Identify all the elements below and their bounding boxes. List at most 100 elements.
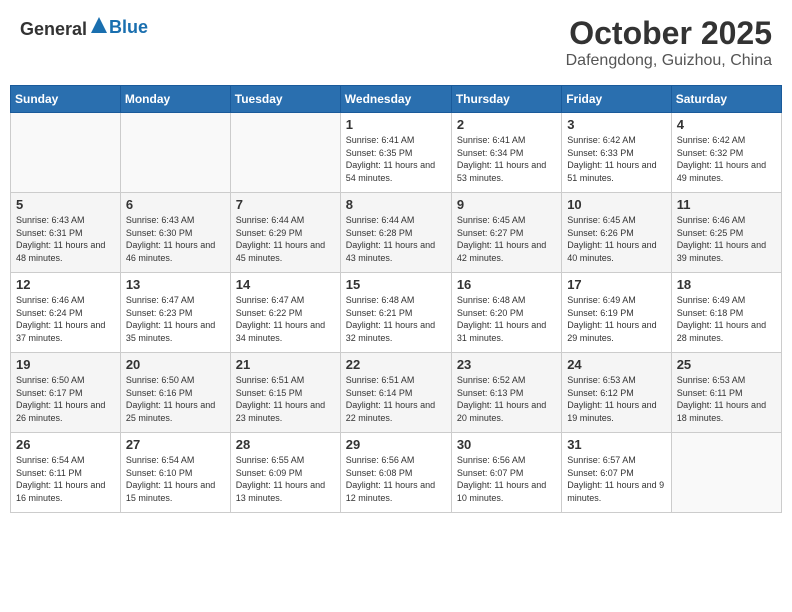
empty-cell — [120, 113, 230, 193]
day-number: 13 — [126, 277, 225, 292]
weekday-header-friday: Friday — [562, 86, 671, 113]
day-info: Sunrise: 6:51 AM Sunset: 6:14 PM Dayligh… — [346, 374, 446, 424]
day-cell-8: 8 Sunrise: 6:44 AM Sunset: 6:28 PM Daylig… — [340, 193, 451, 273]
day-cell-15: 15Sunrise: 6:48 AM Sunset: 6:21 PM Dayli… — [340, 273, 451, 353]
day-cell-2: 2Sunrise: 6:41 AM Sunset: 6:34 PM Daylig… — [451, 113, 561, 193]
day-info: Sunrise: 6:47 AM Sunset: 6:23 PM Dayligh… — [126, 294, 225, 344]
day-info: Sunrise: 6:46 AM Sunset: 6:24 PM Dayligh… — [16, 294, 115, 344]
day-cell-27: 27 Sunrise: 6:54 AM Sunset: 6:10 PM Dayli… — [120, 433, 230, 513]
day-info: Sunrise: 6:52 AM Sunset: 6:13 PM Dayligh… — [457, 374, 556, 424]
day-cell-12: 12Sunrise: 6:46 AM Sunset: 6:24 PM Dayli… — [11, 273, 121, 353]
weekday-header-saturday: Saturday — [671, 86, 781, 113]
logo-icon — [89, 15, 109, 35]
day-number: 24 — [567, 357, 665, 372]
day-number: 25 — [677, 357, 776, 372]
day-info: Sunrise: 6:43 AM Sunset: 6:31 PM Dayligh… — [16, 214, 115, 264]
weekday-header-monday: Monday — [120, 86, 230, 113]
day-cell-5: 5 Sunrise: 6:43 AM Sunset: 6:31 PM Daylig… — [11, 193, 121, 273]
day-cell-20: 20 Sunrise: 6:50 AM Sunset: 6:16 PM Dayli… — [120, 353, 230, 433]
day-info: Sunrise: 6:51 AM Sunset: 6:15 PM Dayligh… — [236, 374, 335, 424]
day-cell-10: 10 Sunrise: 6:45 AM Sunset: 6:26 PM Dayli… — [562, 193, 671, 273]
day-number: 29 — [346, 437, 446, 452]
day-info: Sunrise: 6:56 AM Sunset: 6:08 PM Dayligh… — [346, 454, 446, 504]
day-info: Sunrise: 6:57 AM Sunset: 6:07 PM Dayligh… — [567, 454, 665, 504]
day-cell-7: 7Sunrise: 6:44 AM Sunset: 6:29 PM Daylig… — [230, 193, 340, 273]
day-number: 16 — [457, 277, 556, 292]
day-info: Sunrise: 6:42 AM Sunset: 6:33 PM Dayligh… — [567, 134, 665, 184]
day-cell-1: 1Sunrise: 6:41 AM Sunset: 6:35 PM Daylig… — [340, 113, 451, 193]
day-info: Sunrise: 6:50 AM Sunset: 6:16 PM Dayligh… — [126, 374, 225, 424]
day-info: Sunrise: 6:56 AM Sunset: 6:07 PM Dayligh… — [457, 454, 556, 504]
day-number: 8 — [346, 197, 446, 212]
day-number: 3 — [567, 117, 665, 132]
day-cell-17: 17Sunrise: 6:49 AM Sunset: 6:19 PM Dayli… — [562, 273, 671, 353]
day-number: 10 — [567, 197, 665, 212]
day-number: 22 — [346, 357, 446, 372]
day-cell-31: 31Sunrise: 6:57 AM Sunset: 6:07 PM Dayli… — [562, 433, 671, 513]
day-number: 4 — [677, 117, 776, 132]
calendar-table: SundayMondayTuesdayWednesdayThursdayFrid… — [10, 85, 782, 513]
day-info: Sunrise: 6:55 AM Sunset: 6:09 PM Dayligh… — [236, 454, 335, 504]
week-row-1: 1Sunrise: 6:41 AM Sunset: 6:35 PM Daylig… — [11, 113, 782, 193]
day-cell-14: 14 Sunrise: 6:47 AM Sunset: 6:22 PM Dayli… — [230, 273, 340, 353]
day-number: 1 — [346, 117, 446, 132]
day-info: Sunrise: 6:45 AM Sunset: 6:27 PM Dayligh… — [457, 214, 556, 264]
month-title: October 2025 — [566, 15, 772, 52]
weekday-header-sunday: Sunday — [11, 86, 121, 113]
day-cell-26: 26Sunrise: 6:54 AM Sunset: 6:11 PM Dayli… — [11, 433, 121, 513]
weekday-header-tuesday: Tuesday — [230, 86, 340, 113]
empty-cell — [11, 113, 121, 193]
day-info: Sunrise: 6:41 AM Sunset: 6:34 PM Dayligh… — [457, 134, 556, 184]
weekday-header-wednesday: Wednesday — [340, 86, 451, 113]
day-cell-19: 19 Sunrise: 6:50 AM Sunset: 6:17 PM Dayli… — [11, 353, 121, 433]
week-row-4: 19 Sunrise: 6:50 AM Sunset: 6:17 PM Dayli… — [11, 353, 782, 433]
day-number: 27 — [126, 437, 225, 452]
day-number: 20 — [126, 357, 225, 372]
day-number: 23 — [457, 357, 556, 372]
day-number: 6 — [126, 197, 225, 212]
day-info: Sunrise: 6:42 AM Sunset: 6:32 PM Dayligh… — [677, 134, 776, 184]
day-cell-3: 3 Sunrise: 6:42 AM Sunset: 6:33 PM Daylig… — [562, 113, 671, 193]
page-header: General Blue October 2025 Dafengdong, Gu… — [10, 10, 782, 75]
week-row-5: 26Sunrise: 6:54 AM Sunset: 6:11 PM Dayli… — [11, 433, 782, 513]
day-info: Sunrise: 6:50 AM Sunset: 6:17 PM Dayligh… — [16, 374, 115, 424]
day-info: Sunrise: 6:49 AM Sunset: 6:19 PM Dayligh… — [567, 294, 665, 344]
weekday-header-row: SundayMondayTuesdayWednesdayThursdayFrid… — [11, 86, 782, 113]
day-cell-11: 11Sunrise: 6:46 AM Sunset: 6:25 PM Dayli… — [671, 193, 781, 273]
day-cell-16: 16Sunrise: 6:48 AM Sunset: 6:20 PM Dayli… — [451, 273, 561, 353]
weekday-header-thursday: Thursday — [451, 86, 561, 113]
day-info: Sunrise: 6:44 AM Sunset: 6:28 PM Dayligh… — [346, 214, 446, 264]
day-number: 11 — [677, 197, 776, 212]
day-cell-29: 29 Sunrise: 6:56 AM Sunset: 6:08 PM Dayli… — [340, 433, 451, 513]
day-number: 14 — [236, 277, 335, 292]
day-info: Sunrise: 6:54 AM Sunset: 6:10 PM Dayligh… — [126, 454, 225, 504]
day-cell-23: 23 Sunrise: 6:52 AM Sunset: 6:13 PM Dayli… — [451, 353, 561, 433]
day-cell-21: 21 Sunrise: 6:51 AM Sunset: 6:15 PM Dayli… — [230, 353, 340, 433]
day-info: Sunrise: 6:53 AM Sunset: 6:11 PM Dayligh… — [677, 374, 776, 424]
day-info: Sunrise: 6:48 AM Sunset: 6:21 PM Dayligh… — [346, 294, 446, 344]
day-info: Sunrise: 6:45 AM Sunset: 6:26 PM Dayligh… — [567, 214, 665, 264]
day-info: Sunrise: 6:49 AM Sunset: 6:18 PM Dayligh… — [677, 294, 776, 344]
day-info: Sunrise: 6:47 AM Sunset: 6:22 PM Dayligh… — [236, 294, 335, 344]
day-cell-6: 6Sunrise: 6:43 AM Sunset: 6:30 PM Daylig… — [120, 193, 230, 273]
day-number: 18 — [677, 277, 776, 292]
day-number: 21 — [236, 357, 335, 372]
day-cell-4: 4 Sunrise: 6:42 AM Sunset: 6:32 PM Daylig… — [671, 113, 781, 193]
week-row-2: 5 Sunrise: 6:43 AM Sunset: 6:31 PM Daylig… — [11, 193, 782, 273]
day-cell-13: 13 Sunrise: 6:47 AM Sunset: 6:23 PM Dayli… — [120, 273, 230, 353]
day-number: 19 — [16, 357, 115, 372]
empty-cell — [230, 113, 340, 193]
day-info: Sunrise: 6:54 AM Sunset: 6:11 PM Dayligh… — [16, 454, 115, 504]
day-cell-22: 22 Sunrise: 6:51 AM Sunset: 6:14 PM Dayli… — [340, 353, 451, 433]
day-number: 9 — [457, 197, 556, 212]
day-info: Sunrise: 6:53 AM Sunset: 6:12 PM Dayligh… — [567, 374, 665, 424]
day-cell-28: 28Sunrise: 6:55 AM Sunset: 6:09 PM Dayli… — [230, 433, 340, 513]
day-info: Sunrise: 6:44 AM Sunset: 6:29 PM Dayligh… — [236, 214, 335, 264]
day-cell-24: 24 Sunrise: 6:53 AM Sunset: 6:12 PM Dayli… — [562, 353, 671, 433]
day-cell-25: 25 Sunrise: 6:53 AM Sunset: 6:11 PM Dayli… — [671, 353, 781, 433]
day-number: 5 — [16, 197, 115, 212]
day-cell-9: 9 Sunrise: 6:45 AM Sunset: 6:27 PM Daylig… — [451, 193, 561, 273]
empty-cell — [671, 433, 781, 513]
day-number: 30 — [457, 437, 556, 452]
location-title: Dafengdong, Guizhou, China — [566, 52, 772, 70]
